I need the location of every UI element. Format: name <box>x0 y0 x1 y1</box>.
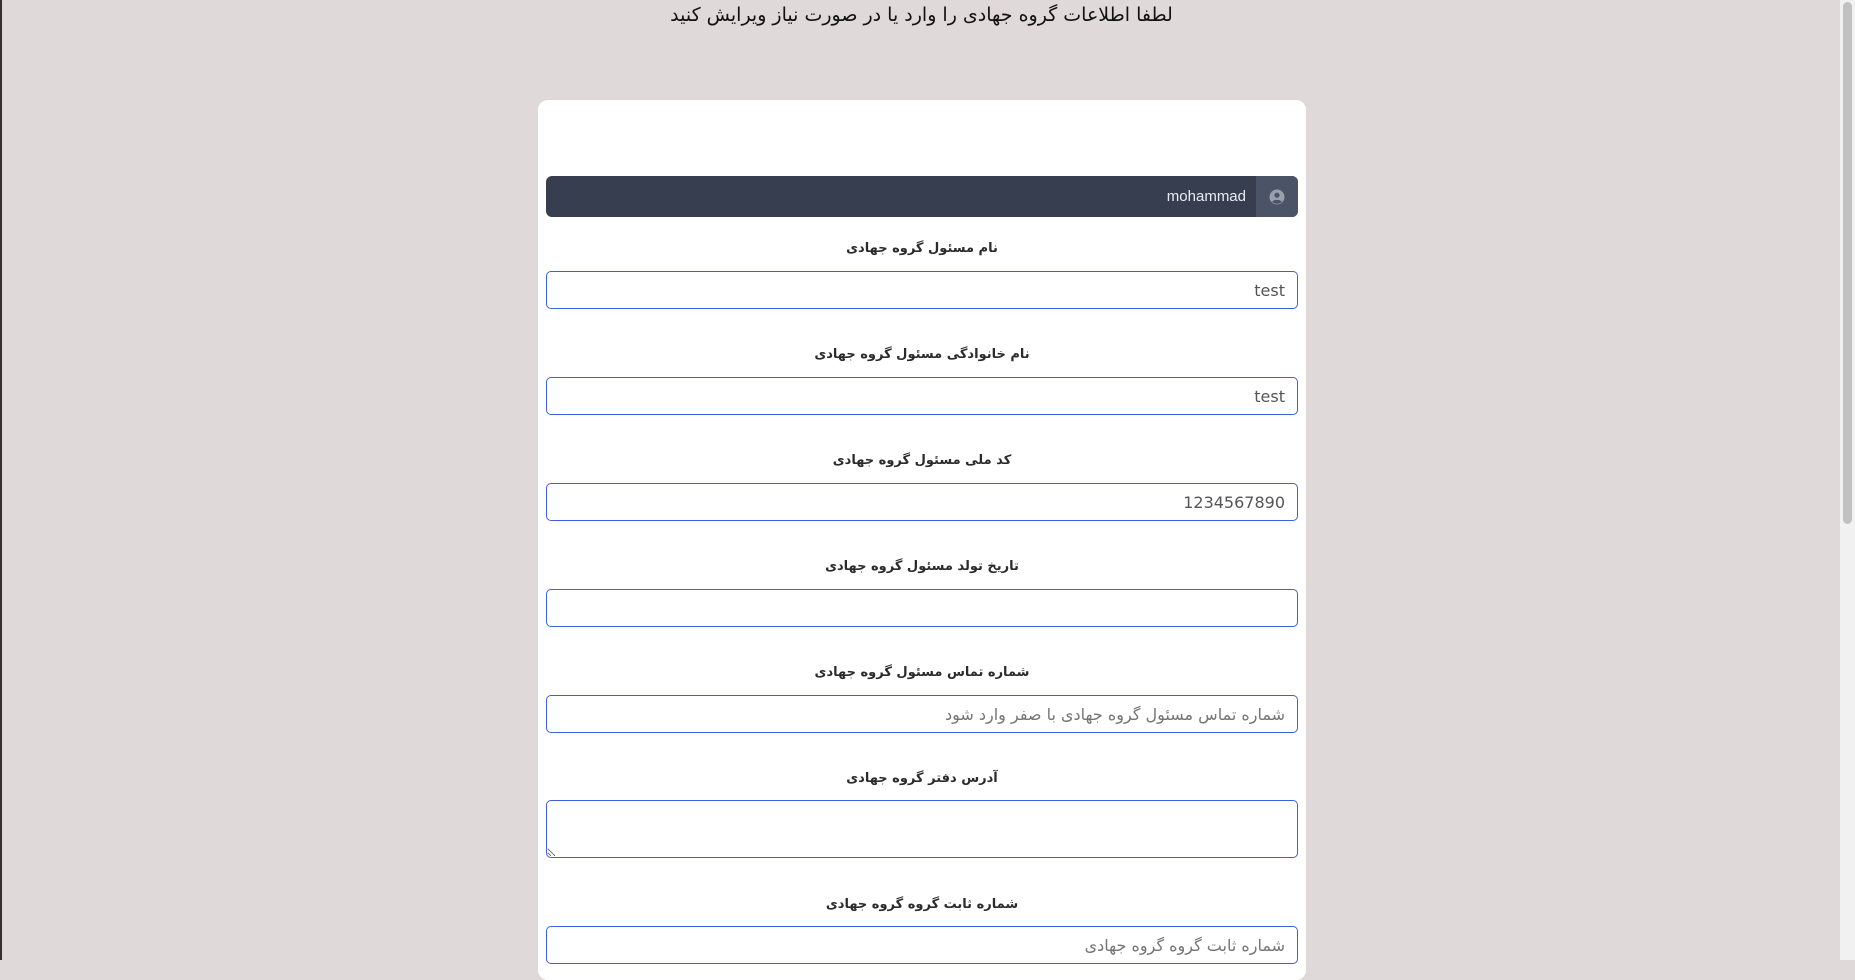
first-name-label: نام مسئول گروه جهادی <box>846 241 998 256</box>
last-name-label: نام خانوادگی مسئول گروه جهادی <box>814 347 1030 362</box>
birth-date-input[interactable] <box>546 589 1298 627</box>
office-address-textarea[interactable] <box>546 800 1298 858</box>
phone-label: شماره تماس مسئول گروه جهادی <box>814 665 1030 680</box>
last-name-input[interactable] <box>546 377 1298 415</box>
user-circle-icon <box>1269 189 1285 204</box>
page-scrollbar[interactable] <box>1840 0 1855 960</box>
user-bar: mohammad <box>546 176 1298 217</box>
national-code-label: کد ملی مسئول گروه جهادی <box>832 453 1012 468</box>
scrollbar-thumb[interactable] <box>1843 2 1852 524</box>
page-title: لطفا اطلاعات گروه جهادی را وارد یا در صو… <box>670 4 1173 26</box>
username-label: mohammad <box>1166 188 1246 205</box>
phone-input[interactable] <box>546 695 1298 733</box>
birth-date-label: تاریخ تولد مسئول گروه جهادی <box>825 559 1019 574</box>
national-code-input[interactable] <box>546 483 1298 521</box>
office-address-label: آدرس دفتر گروه جهادی <box>846 771 998 786</box>
landline-label: شماره ثابت گروه گروه جهادی <box>825 897 1019 912</box>
form-card: mohammad نام مسئول گروه جهادی نام خانواد… <box>538 100 1306 980</box>
window-left-edge <box>0 0 2 960</box>
first-name-input[interactable] <box>546 271 1298 309</box>
landline-input[interactable] <box>546 926 1298 964</box>
user-icon-box <box>1256 176 1298 217</box>
